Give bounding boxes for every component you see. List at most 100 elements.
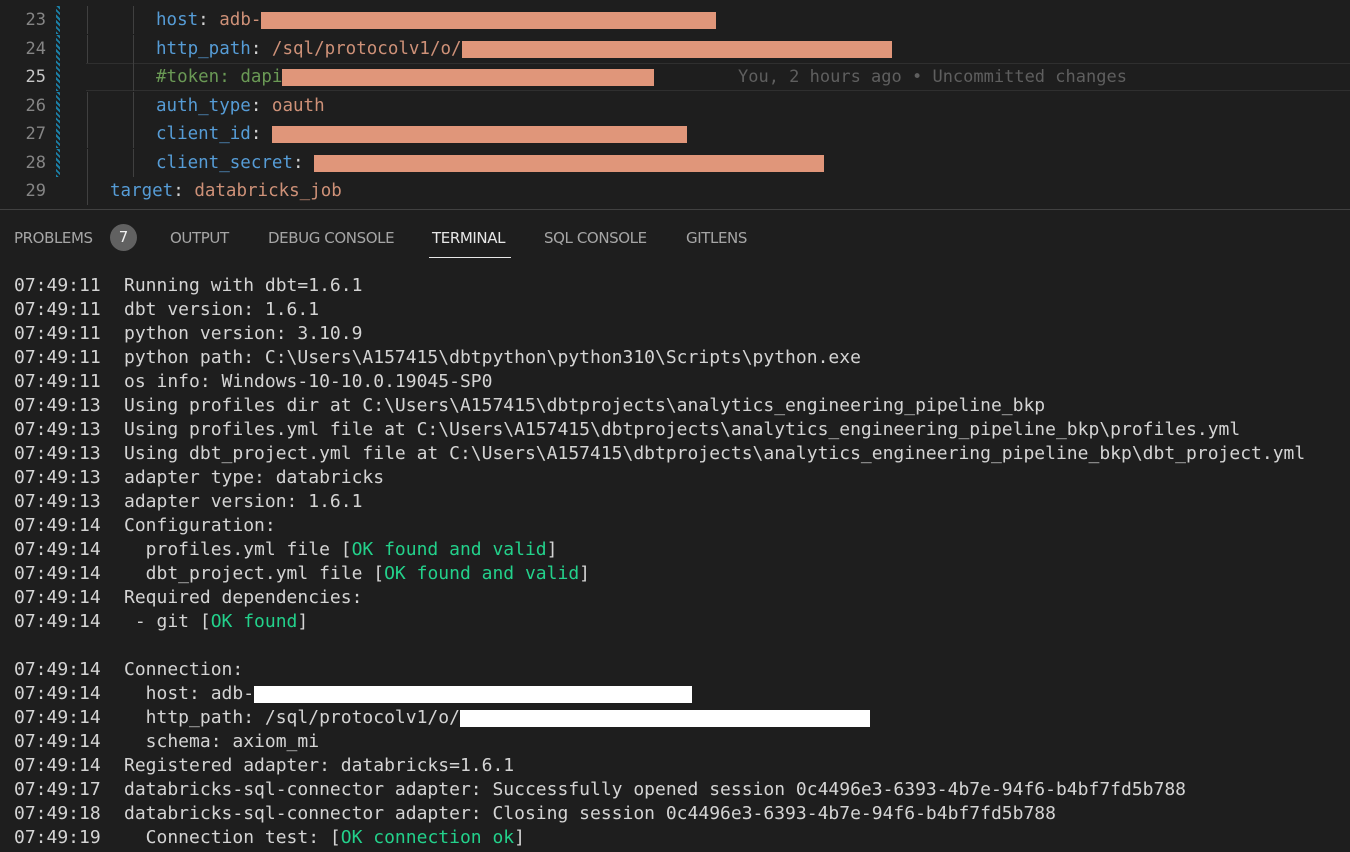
code-line[interactable]: 26 auth_type: oauth: [0, 92, 1350, 120]
terminal-line: 07:49:14 Required dependencies:: [0, 586, 1350, 610]
indent-guide: [87, 149, 88, 177]
log-text: os info: Windows-10-10.0.19045-SP0: [124, 371, 493, 392]
terminal-line: 07:49:13 Using dbt_project.yml file at C:…: [0, 442, 1350, 466]
log-text: Using profiles dir at C:\Users\A157415\d…: [124, 395, 1046, 416]
log-timestamp: 07:49:14: [14, 683, 101, 704]
problems-count-badge: 7: [110, 224, 137, 251]
indent-guide: [87, 92, 88, 120]
terminal-line: 07:49:14 - git [OK found]: [0, 610, 1350, 634]
log-timestamp: 07:49:13: [14, 467, 101, 488]
log-timestamp: 07:49:14: [14, 563, 101, 584]
log-timestamp: 07:49:11: [14, 275, 101, 296]
code-line[interactable]: 23 host: adb-: [0, 6, 1350, 34]
log-message: os info: Windows-10-10.0.19045-SP0: [124, 370, 492, 394]
terminal-line: 07:49:11 python version: 3.10.9: [0, 322, 1350, 346]
log-text: Using dbt_project.yml file at C:\Users\A…: [124, 443, 1306, 464]
log-message: Connection:: [124, 658, 243, 682]
indent-guide: [87, 6, 88, 34]
yaml-key: target: [110, 181, 174, 201]
log-timestamp: 07:49:14: [14, 611, 101, 632]
log-message: databricks-sql-connector adapter: Closin…: [124, 802, 1056, 826]
active-tab-indicator: [429, 257, 511, 258]
code-line[interactable]: 27 client_id:: [0, 120, 1350, 148]
log-text: python version: 3.10.9: [124, 323, 363, 344]
log-text: Connection:: [124, 659, 244, 680]
log-timestamp: 07:49:14: [14, 731, 101, 752]
log-timestamp: 07:49:19: [14, 827, 101, 848]
yaml-value: /sql/protocolv1/o/: [271, 39, 462, 59]
yaml-value: databricks_job: [194, 181, 342, 201]
terminal-line: 07:49:11 os info: Windows-10-10.0.19045-S…: [0, 370, 1350, 394]
indent-guide: [87, 35, 88, 63]
git-change-marker[interactable]: [56, 92, 60, 120]
log-text: ]: [579, 563, 591, 584]
ok-status: OK connection ok: [340, 827, 515, 848]
terminal-line: 07:49:14 http_path: /sql/protocolv1/o/: [0, 706, 1350, 730]
log-timestamp: 07:49:11: [14, 299, 101, 320]
log-timestamp: 07:49:13: [14, 491, 101, 512]
log-text: Using profiles.yml file at C:\Users\A157…: [124, 419, 1241, 440]
log-text: host: adb-: [124, 683, 255, 704]
log-message: python version: 3.10.9: [124, 322, 362, 346]
tab-sql-console[interactable]: SQL CONSOLE: [544, 229, 647, 247]
tab-gitlens[interactable]: GITLENS: [686, 229, 747, 247]
log-message: databricks-sql-connector adapter: Succes…: [124, 778, 1186, 802]
yaml-entry: auth_type: oauth: [156, 96, 325, 116]
git-change-marker[interactable]: [56, 120, 60, 148]
log-text: Connection test: [: [124, 827, 341, 848]
log-timestamp: 07:49:13: [14, 419, 101, 440]
yaml-key: auth_type: [156, 96, 251, 116]
log-timestamp: 07:49:14: [14, 755, 101, 776]
indent-guide: [133, 149, 134, 177]
terminal-line: 07:49:13 adapter version: 1.6.1: [0, 490, 1350, 514]
terminal-output[interactable]: 07:49:11 Running with dbt=1.6.1 07:49:11 db…: [0, 274, 1350, 850]
terminal-line: 07:49:14 profiles.yml file [OK found and…: [0, 538, 1350, 562]
yaml-value: oauth: [271, 96, 325, 116]
code-line[interactable]: 28 client_secret:: [0, 149, 1350, 177]
code-line-current[interactable]: 25 #token: dapi You, 2 hours ago • Uncom…: [0, 63, 1350, 91]
indent-guide: [87, 120, 88, 148]
log-text: Running with dbt=1.6.1: [124, 275, 363, 296]
code-line[interactable]: 24 http_path: /sql/protocolv1/o/: [0, 35, 1350, 63]
log-text: http_path: /sql/protocolv1/o/: [124, 707, 460, 728]
terminal-line: 07:49:13 adapter type: databricks: [0, 466, 1350, 490]
terminal-line: 07:49:13 Using profiles dir at C:\Users\A…: [0, 394, 1350, 418]
git-blame-annotation[interactable]: You, 2 hours ago • Uncommitted changes: [738, 63, 1127, 91]
code-editor[interactable]: 23 host: adb- 24 http_path: /sql/protoco…: [0, 0, 1350, 208]
yaml-comment: #token: dapi: [156, 63, 655, 91]
tab-terminal[interactable]: TERMINAL: [432, 229, 505, 247]
redaction-box: [282, 68, 655, 86]
log-text: Required dependencies:: [124, 587, 363, 608]
log-text: profiles.yml file [: [124, 539, 352, 560]
log-message: Configuration:: [124, 514, 276, 538]
git-change-marker[interactable]: [56, 35, 60, 63]
log-message: schema: axiom_mi: [124, 730, 319, 754]
log-text: ]: [514, 827, 525, 848]
redaction-box: [314, 154, 825, 172]
log-message: Using profiles dir at C:\Users\A157415\d…: [124, 394, 1045, 418]
log-timestamp: 07:49:13: [14, 395, 101, 416]
log-message: http_path: /sql/protocolv1/o/: [124, 706, 870, 730]
log-text: python path: C:\Users\A157415\dbtpython\…: [124, 347, 861, 368]
log-timestamp: 07:49:14: [14, 587, 101, 608]
terminal-line: 07:49:17 databricks-sql-connector adapter…: [0, 778, 1350, 802]
yaml-key: host: [156, 10, 199, 30]
terminal-line: 07:49:14 Configuration:: [0, 514, 1350, 538]
indent-guide: [133, 6, 134, 34]
git-change-marker[interactable]: [56, 6, 60, 34]
terminal-line: 07:49:14 host: adb-: [0, 682, 1350, 706]
tab-debug-console[interactable]: DEBUG CONSOLE: [268, 229, 395, 247]
ok-status: OK found and valid: [351, 539, 547, 560]
yaml-key: client_id: [156, 124, 251, 144]
git-change-marker[interactable]: [56, 149, 60, 177]
code-line[interactable]: 29 target: databricks_job: [0, 177, 1350, 205]
log-text: databricks-sql-connector adapter: Succes…: [124, 779, 1187, 800]
log-message: Required dependencies:: [124, 586, 362, 610]
line-number: 25: [25, 67, 46, 87]
tab-output[interactable]: OUTPUT: [170, 229, 229, 247]
tab-problems[interactable]: PROBLEMS: [14, 229, 93, 247]
log-message: Using profiles.yml file at C:\Users\A157…: [124, 418, 1240, 442]
git-change-marker[interactable]: [56, 63, 60, 91]
log-message: adapter version: 1.6.1: [124, 490, 362, 514]
